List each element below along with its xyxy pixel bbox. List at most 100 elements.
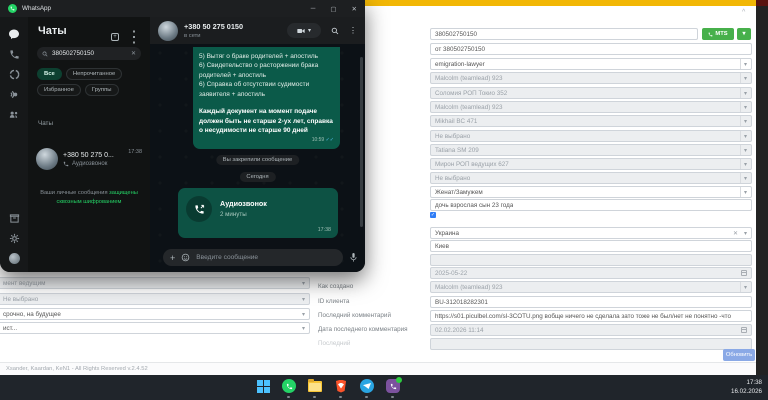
- tag-select[interactable]: emigration-lawyer ▾: [430, 58, 752, 70]
- chevron-down-icon: ▾: [739, 73, 747, 83]
- chat-time: 17:38: [128, 149, 142, 155]
- last-comment-date-field[interactable]: 02.02.2026 11:14: [430, 324, 752, 336]
- menu-kebab-icon[interactable]: ⋮: [349, 26, 357, 35]
- client-id-field[interactable]: BU-312018282301: [430, 296, 752, 308]
- calendar-icon: [741, 270, 747, 276]
- whatsapp-taskbar-icon[interactable]: [281, 378, 297, 398]
- collapse-icon[interactable]: ^: [742, 9, 745, 16]
- date-divider: Сегодня: [239, 172, 276, 182]
- left-field-fragment[interactable]: срочно, на будущее ▾: [0, 308, 310, 320]
- chat-preview: Аудиозвонок: [72, 160, 108, 167]
- settings-gear-icon[interactable]: [9, 233, 20, 244]
- notification-badge: [396, 377, 402, 383]
- profile-avatar[interactable]: [8, 253, 20, 264]
- chevron-down-icon: ▾: [301, 325, 305, 332]
- filter-unread[interactable]: Непрочитанное: [65, 68, 123, 80]
- telegram-icon[interactable]: [359, 378, 375, 398]
- minimize-button[interactable]: ─: [311, 5, 316, 13]
- system-clock[interactable]: 17:38 16.02.2026: [731, 378, 762, 396]
- contact-name: +380 50 275 0150: [184, 22, 244, 31]
- field-label: Дата последнего комментария: [318, 326, 408, 333]
- manager-select[interactable]: Tatiana SM 209 ▾: [430, 144, 752, 156]
- left-field-fragment[interactable]: мент ведущим ▾: [0, 277, 310, 289]
- whatsapp-logo-icon: [8, 4, 17, 13]
- call-button[interactable]: MTS: [702, 28, 734, 40]
- date-field[interactable]: 2025-05-22: [430, 267, 752, 279]
- empty-field[interactable]: [430, 254, 752, 266]
- composer-placeholder: Введите сообщение: [196, 254, 259, 261]
- manager-select[interactable]: Malcolm (teamlead) 923 ▾: [430, 101, 752, 113]
- browser-edge: [756, 0, 768, 375]
- brave-browser-icon[interactable]: [333, 378, 349, 398]
- whatsapp-nav-rail: [0, 17, 28, 272]
- chevron-down-icon: ▾: [739, 159, 747, 169]
- children-field[interactable]: дочь взрослая сын 23 года: [430, 199, 752, 211]
- window-title: WhatsApp: [22, 5, 52, 12]
- filter-groups[interactable]: Группы: [84, 84, 119, 96]
- chats-tab-icon[interactable]: [8, 28, 20, 40]
- mic-icon[interactable]: [349, 252, 358, 263]
- chat-list-item[interactable]: +380 50 275 0... Аудиозвонок 17:38: [32, 143, 146, 175]
- close-button[interactable]: ✕: [352, 5, 357, 13]
- maximize-button[interactable]: ▢: [330, 5, 336, 13]
- chats-title: Чаты: [38, 25, 67, 37]
- calls-tab-icon[interactable]: [9, 49, 20, 60]
- file-explorer-icon[interactable]: [307, 378, 323, 398]
- last-comment-field[interactable]: https://s01.piculbel.com/sl-3COTU.png во…: [430, 310, 752, 322]
- tray-time: 17:38: [746, 379, 762, 386]
- empty-select[interactable]: Не выбрано ▾: [430, 172, 752, 184]
- filter-favorites[interactable]: Избранное: [37, 84, 81, 96]
- conversation-header: +380 50 275 0150 в сети ▾ ⋮: [150, 17, 365, 44]
- clear-search-icon[interactable]: ✕: [131, 50, 136, 57]
- manager-select[interactable]: Соломия РОП Токио 352 ▾: [430, 87, 752, 99]
- left-field-fragment[interactable]: ист... ▾: [0, 322, 310, 334]
- contact-avatar[interactable]: [158, 20, 178, 41]
- message-time: 10:59: [311, 137, 325, 144]
- created-by-select[interactable]: Malcolm (teamlead) 923 ▾: [430, 281, 752, 293]
- channels-tab-icon[interactable]: [9, 89, 20, 100]
- field-label: Как создано: [318, 283, 354, 290]
- outgoing-message[interactable]: 5) Вытяг о браке родителей + апостиль 6)…: [193, 47, 340, 149]
- phone-field[interactable]: 380502750150: [430, 28, 698, 40]
- call-message[interactable]: Аудиозвонок 2 минуты 17:38: [178, 188, 338, 238]
- menu-kebab-icon[interactable]: ⋮: [126, 27, 142, 47]
- left-field-fragment[interactable]: Не выбрано ▾: [0, 293, 310, 305]
- status-tab-icon[interactable]: [9, 69, 20, 80]
- manager-select[interactable]: Мирон РОП ведущих 627 ▾: [430, 158, 752, 170]
- clear-icon[interactable]: ✕: [733, 230, 738, 237]
- archived-icon[interactable]: [9, 213, 20, 224]
- filter-all[interactable]: Все: [37, 68, 62, 80]
- emoji-icon[interactable]: [181, 253, 190, 262]
- search-icon[interactable]: [331, 27, 339, 35]
- video-call-button[interactable]: ▾: [287, 23, 321, 38]
- marital-status-select[interactable]: Женат/Замужем ▾: [430, 186, 752, 198]
- manager-select[interactable]: Mikhail BC 471 ▾: [430, 115, 752, 127]
- manager-select[interactable]: Malcolm (teamlead) 923 ▾: [430, 72, 752, 84]
- update-button[interactable]: Обновить: [723, 349, 755, 361]
- chevron-down-icon: ▾: [301, 280, 305, 287]
- chevron-down-icon: ▾: [739, 88, 747, 98]
- chevron-down-icon: ▾: [301, 296, 305, 303]
- communities-tab-icon[interactable]: [8, 109, 20, 120]
- city-field[interactable]: Киев: [430, 240, 752, 252]
- audio-call-icon: [186, 196, 212, 222]
- empty-field[interactable]: [430, 338, 752, 350]
- message-composer[interactable]: + Введите сообщение: [163, 249, 343, 266]
- search-input[interactable]: 380502750150 ✕: [37, 47, 141, 60]
- attach-icon[interactable]: +: [170, 253, 175, 263]
- call-options-button[interactable]: ▾: [737, 28, 751, 40]
- viber-icon[interactable]: [385, 377, 402, 398]
- source-field[interactable]: от 380502750150: [430, 43, 752, 55]
- field-label: Последний комментарий: [318, 312, 391, 319]
- country-select[interactable]: Украина ✕ ▾: [430, 227, 752, 239]
- chevron-down-icon: ▾: [743, 230, 747, 237]
- chat-name: +380 50 275 0...: [63, 151, 114, 159]
- search-icon: [42, 51, 48, 56]
- call-title: Аудиозвонок: [220, 199, 267, 208]
- desktop: ^ 380502750150 MTS ▾ от 380502750150 emi…: [0, 0, 768, 400]
- checkbox-checked[interactable]: ✓: [430, 212, 436, 218]
- empty-select[interactable]: Не выбрано ▾: [430, 130, 752, 142]
- scrollbar[interactable]: [360, 57, 363, 227]
- start-button[interactable]: [255, 378, 271, 394]
- new-chat-icon[interactable]: +: [111, 33, 119, 41]
